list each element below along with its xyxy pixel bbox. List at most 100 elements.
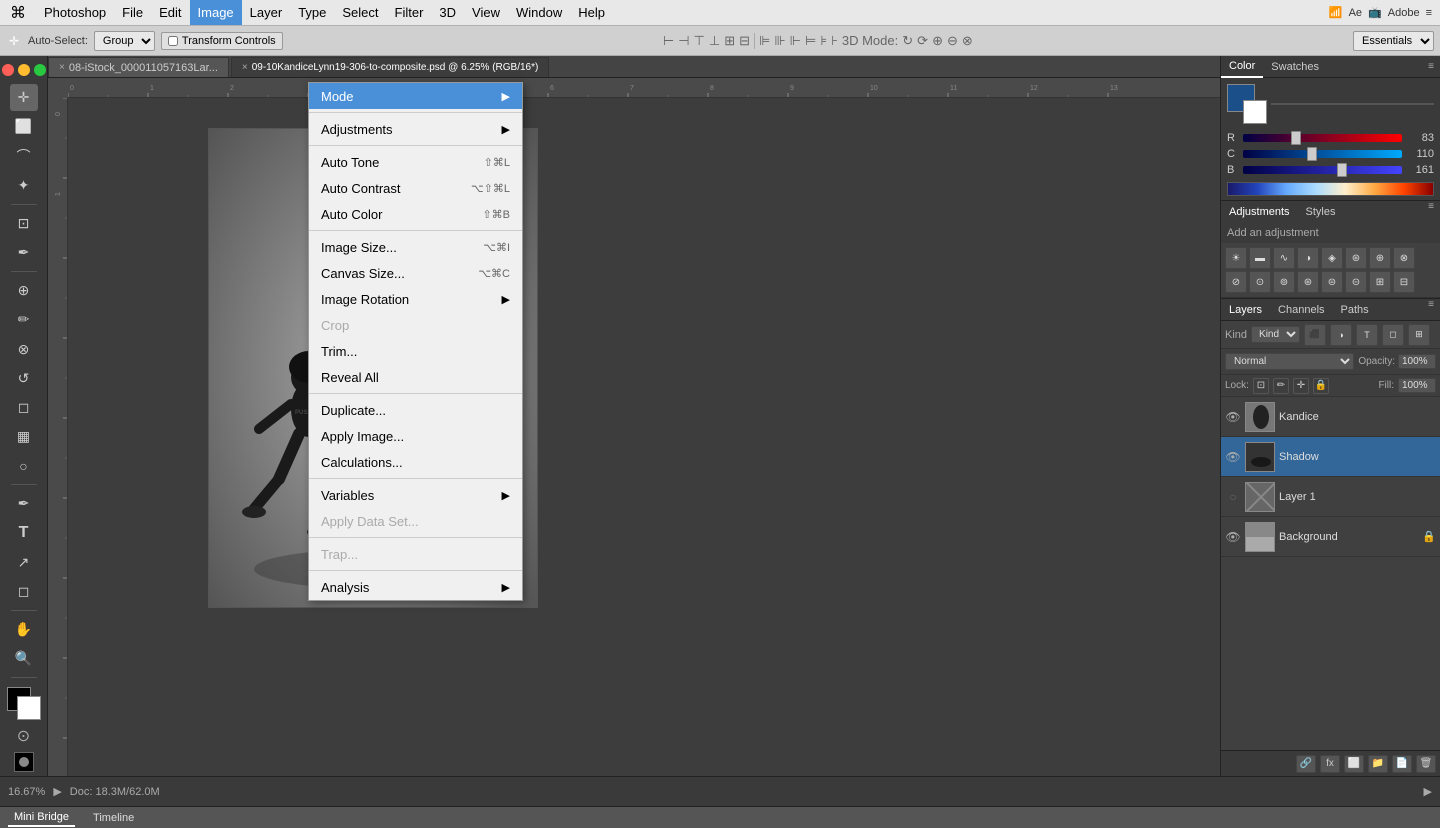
color-spectrum[interactable] <box>1271 103 1434 105</box>
mode-toggle[interactable]: ⊙ <box>17 726 30 746</box>
kind-text-icon[interactable]: T <box>1356 324 1378 346</box>
menu-select[interactable]: Select <box>334 0 386 25</box>
menu-mode[interactable]: Mode ▶ <box>309 83 522 109</box>
swatches-tab[interactable]: Swatches <box>1263 56 1327 78</box>
menu-adjustments[interactable]: Adjustments ▶ <box>309 116 522 142</box>
adj-bw-icon[interactable]: ⊗ <box>1393 247 1415 269</box>
delete-layer-btn[interactable]: 🗑 <box>1416 755 1436 773</box>
adj-panel-collapse[interactable]: ≡ <box>1422 201 1440 223</box>
adj-invert-icon[interactable]: ⊛ <box>1297 271 1319 293</box>
menu-autocontrast[interactable]: Auto Contrast ⌥⇧⌘L <box>309 175 522 201</box>
adj-brightness-icon[interactable]: ☀ <box>1225 247 1247 269</box>
blend-mode-select[interactable]: Normal Multiply Screen <box>1225 353 1354 370</box>
move-tool-icon[interactable]: ✛ <box>6 33 22 49</box>
layers-tab-channels[interactable]: Channels <box>1270 299 1332 320</box>
pen-tool[interactable]: ✒ <box>10 490 38 517</box>
add-mask-btn[interactable]: ⬜ <box>1344 755 1364 773</box>
menu-duplicate[interactable]: Duplicate... <box>309 397 522 423</box>
kind-adjust-icon[interactable]: ◑ <box>1330 324 1352 346</box>
kind-filter-select[interactable]: Kind <box>1251 326 1300 343</box>
color-gradient-bar[interactable] <box>1227 182 1434 196</box>
layer-background[interactable]: 👁 Background 🔒 <box>1221 517 1440 557</box>
layer-shadow[interactable]: 👁 Shadow <box>1221 437 1440 477</box>
opacity-value[interactable]: 100% <box>1398 354 1436 369</box>
menu-file[interactable]: File <box>114 0 151 25</box>
distribute-t-icon[interactable]: ⊨ <box>805 33 816 49</box>
adj-colorlookup-icon[interactable]: ⊚ <box>1273 271 1295 293</box>
3d-rotate-icon[interactable]: ↻ <box>902 33 913 49</box>
dodge-tool[interactable]: ○ <box>10 452 38 479</box>
3d-slide-icon[interactable]: ⊖ <box>947 33 958 49</box>
adj-tab-styles[interactable]: Styles <box>1298 201 1344 223</box>
fg-bg-swatches[interactable] <box>1227 84 1267 124</box>
align-top-icon[interactable]: ⊥ <box>709 33 720 49</box>
bg-color-swatch[interactable] <box>1243 100 1267 124</box>
menu-3d[interactable]: 3D <box>431 0 464 25</box>
tab2-close[interactable]: × <box>242 62 248 73</box>
menu-calculations[interactable]: Calculations... <box>309 449 522 475</box>
menu-filter[interactable]: Filter <box>387 0 432 25</box>
tab1-close[interactable]: × <box>59 62 65 73</box>
adj-channelmix-icon[interactable]: ⊙ <box>1249 271 1271 293</box>
link-layers-btn[interactable]: 🔗 <box>1296 755 1316 773</box>
menu-autotone[interactable]: Auto Tone ⇧⌘L <box>309 149 522 175</box>
menu-photoshop[interactable]: Photoshop <box>36 0 114 25</box>
adj-hue-icon[interactable]: ⊛ <box>1345 247 1367 269</box>
align-middle-v-icon[interactable]: ⊞ <box>724 33 735 49</box>
heal-tool[interactable]: ⊕ <box>10 277 38 304</box>
adj-photofilter-icon[interactable]: ⊘ <box>1225 271 1247 293</box>
menu-revealall[interactable]: Reveal All <box>309 364 522 390</box>
adj-exposure-icon[interactable]: ◑ <box>1297 247 1319 269</box>
layers-tab-layers[interactable]: Layers <box>1221 299 1270 320</box>
fill-value[interactable]: 100% <box>1398 378 1436 393</box>
move-tool[interactable]: ✛ <box>10 84 38 111</box>
align-left-icon[interactable]: ⊢ <box>663 33 674 49</box>
layer-kandice[interactable]: 👁 Kandice <box>1221 397 1440 437</box>
transform-controls-checkbox[interactable]: Transform Controls <box>161 32 283 50</box>
canvas-tab-1[interactable]: × 08-iStock_000011057163Lar... <box>48 57 229 77</box>
menu-help[interactable]: Help <box>570 0 613 25</box>
menu-edit[interactable]: Edit <box>151 0 189 25</box>
layers-tab-paths[interactable]: Paths <box>1333 299 1377 320</box>
menu-type[interactable]: Type <box>290 0 334 25</box>
adj-vibrance-icon[interactable]: ◈ <box>1321 247 1343 269</box>
adj-colorbalance-icon[interactable]: ⊕ <box>1369 247 1391 269</box>
menu-layer[interactable]: Layer <box>242 0 291 25</box>
zoom-tool[interactable]: 🔍 <box>10 645 38 672</box>
background-color[interactable] <box>17 696 41 720</box>
layer-background-visibility[interactable]: 👁 <box>1225 529 1241 545</box>
lock-all-icon[interactable]: 🔒 <box>1313 378 1329 394</box>
path-select-tool[interactable]: ↗ <box>10 549 38 576</box>
new-group-btn[interactable]: 📁 <box>1368 755 1388 773</box>
b-slider[interactable] <box>1243 166 1402 174</box>
lock-pixels-icon[interactable]: ✏ <box>1273 378 1289 394</box>
eyedropper-tool[interactable]: ✒ <box>10 239 38 266</box>
adj-curves-icon[interactable]: ∿ <box>1273 247 1295 269</box>
distribute-m-icon[interactable]: ⊧ <box>820 33 827 49</box>
color-tab[interactable]: Color <box>1221 56 1263 78</box>
adj-gradient-map-icon[interactable]: ⊞ <box>1369 271 1391 293</box>
menu-imagerotation[interactable]: Image Rotation ▶ <box>309 286 522 312</box>
adj-threshold-icon[interactable]: ⊝ <box>1345 271 1367 293</box>
gradient-tool[interactable]: ▦ <box>10 423 38 450</box>
quick-select-tool[interactable]: ✦ <box>10 172 38 199</box>
essentials-dropdown[interactable]: Essentials <box>1353 31 1434 51</box>
quick-mask-btn[interactable] <box>14 752 34 771</box>
distribute-b-icon[interactable]: ⊦ <box>831 33 838 49</box>
menu-imagesize[interactable]: Image Size... ⌥⌘I <box>309 234 522 260</box>
adj-posterize-icon[interactable]: ⊜ <box>1321 271 1343 293</box>
lock-transparent-icon[interactable]: ⊡ <box>1253 378 1269 394</box>
align-bottom-icon[interactable]: ⊟ <box>739 33 750 49</box>
distribute-c-icon[interactable]: ⊪ <box>774 33 785 49</box>
menu-trim[interactable]: Trim... <box>309 338 522 364</box>
maximize-btn[interactable] <box>34 64 46 76</box>
3d-scale-icon[interactable]: ⊗ <box>962 33 973 49</box>
c-slider[interactable] <box>1243 150 1402 158</box>
new-layer-btn[interactable]: 📄 <box>1392 755 1412 773</box>
menu-autocolor[interactable]: Auto Color ⇧⌘B <box>309 201 522 227</box>
kind-pixel-icon[interactable]: ⬛ <box>1304 324 1326 346</box>
menu-analysis[interactable]: Analysis ▶ <box>309 574 522 600</box>
menu-image[interactable]: Image <box>190 0 242 25</box>
3d-pan-icon[interactable]: ⊕ <box>932 33 943 49</box>
kind-shape-icon[interactable]: ◻ <box>1382 324 1404 346</box>
